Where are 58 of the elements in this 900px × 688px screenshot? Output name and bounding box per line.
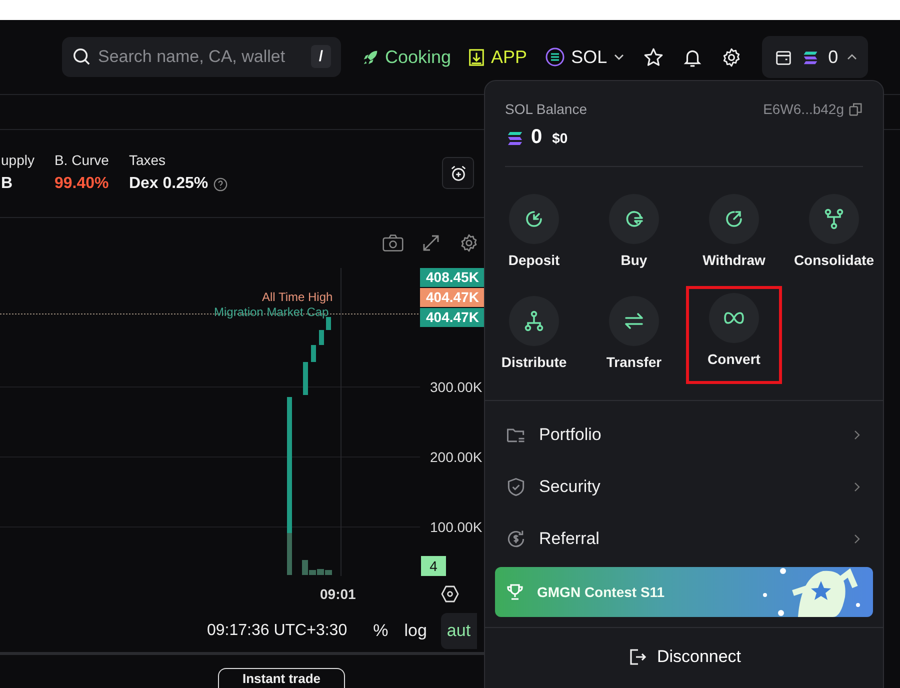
menu-item[interactable]: Security xyxy=(505,461,863,513)
instant-trade-button[interactable]: Instant trade xyxy=(218,668,345,688)
auto-toggle[interactable]: aut xyxy=(440,613,477,649)
balance-title: SOL Balance xyxy=(505,101,587,117)
download-icon xyxy=(467,48,486,66)
clock-text: 09:17:36 UTC+3:30 xyxy=(207,622,348,640)
camera-icon[interactable] xyxy=(382,233,404,253)
balance-amount: 0 xyxy=(531,126,542,149)
cooking-link[interactable]: Cooking xyxy=(361,46,452,68)
wallet-address: E6W6...b42g xyxy=(763,101,844,117)
volume-bars-drawing xyxy=(287,533,332,575)
time-label: 09:01 xyxy=(320,586,356,602)
wallet-button[interactable]: 0 xyxy=(762,36,868,78)
shortcut-key: / xyxy=(310,45,331,68)
app-link[interactable]: APP xyxy=(467,46,528,68)
stat-label: upply xyxy=(1,152,34,168)
chain-selector[interactable]: SOL xyxy=(545,46,626,68)
axis-label: 300.00K xyxy=(430,379,482,395)
action-item[interactable]: Distribute xyxy=(484,286,584,388)
action-item[interactable]: Convert xyxy=(686,286,782,384)
consolidate-icon xyxy=(822,207,846,231)
distribute-icon xyxy=(522,309,546,333)
search-icon xyxy=(72,47,91,66)
menu-item[interactable]: Referral xyxy=(505,513,863,565)
price-tag: 404.47K xyxy=(420,308,484,327)
stat-value: Dex 0.25% xyxy=(128,175,208,193)
stat-value: B xyxy=(1,175,13,193)
settings-icon[interactable] xyxy=(721,46,742,68)
trophy-icon xyxy=(505,582,525,602)
axis-label: 200.00K xyxy=(430,449,482,465)
axis-label: 100.00K xyxy=(430,519,482,535)
hexagon-icon[interactable] xyxy=(440,584,460,604)
action-item[interactable]: Buy xyxy=(584,184,684,286)
action-item[interactable]: Consolidate xyxy=(784,184,884,286)
percent-toggle[interactable]: % xyxy=(373,621,388,641)
dollar-cycle-icon xyxy=(505,528,527,550)
stat-label: Taxes xyxy=(128,152,167,168)
help-icon[interactable] xyxy=(213,176,228,192)
balance-usd: $0 xyxy=(552,130,568,146)
action-item[interactable]: Deposit xyxy=(484,184,584,286)
menu-item[interactable]: Portfolio xyxy=(505,409,863,461)
price-tag: 404.47K xyxy=(420,288,484,307)
volume-tag: 4 xyxy=(421,556,446,576)
copy-icon[interactable] xyxy=(848,102,863,116)
disconnect-button[interactable]: Disconnect xyxy=(505,628,863,686)
shield-icon xyxy=(505,476,527,498)
log-toggle[interactable]: log xyxy=(404,621,427,641)
alarm-button[interactable] xyxy=(442,157,474,189)
star-icon[interactable] xyxy=(643,46,664,68)
chart-marker: Migration Market Cap xyxy=(214,305,329,319)
action-item[interactable]: Withdraw xyxy=(684,184,784,286)
solana-icon xyxy=(545,47,566,67)
alarm-icon xyxy=(448,164,468,182)
price-tag: 408.45K xyxy=(420,268,484,287)
action-item[interactable]: Transfer xyxy=(584,286,684,388)
chart-marker: All Time High xyxy=(262,290,333,304)
stat-value: 99.40% xyxy=(54,175,109,193)
stat-label: B. Curve xyxy=(54,152,109,168)
